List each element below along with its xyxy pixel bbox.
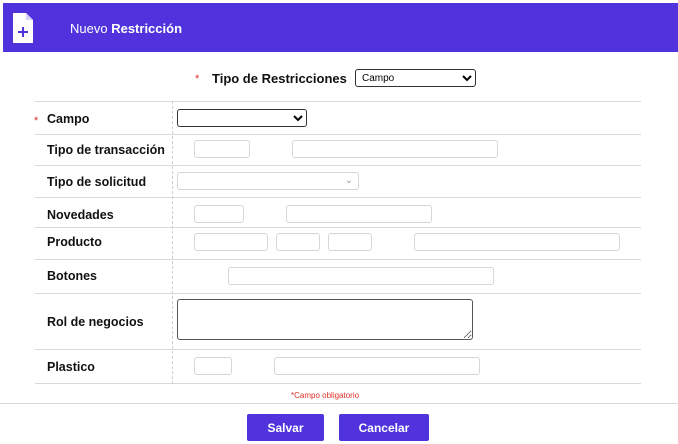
botones-label: Botones <box>47 269 97 283</box>
novedades-description-field[interactable] <box>286 205 432 223</box>
rol-negocios-textarea[interactable] <box>177 299 473 340</box>
tipo-solicitud-label: Tipo de solicitud <box>47 175 147 189</box>
tipo-restricciones-select[interactable]: Campo <box>355 69 476 87</box>
row-divider <box>35 293 641 294</box>
row-divider <box>35 259 641 260</box>
row-divider <box>35 383 641 384</box>
rol-negocios-label: Rol de negocios <box>47 315 144 329</box>
row-divider <box>35 101 641 102</box>
document-add-icon <box>11 12 35 44</box>
botones-field[interactable] <box>228 267 494 285</box>
producto-description-field[interactable] <box>414 233 620 251</box>
campo-label: Campo <box>47 112 90 126</box>
header-bar: Nuevo Restricción <box>3 3 678 52</box>
footer-divider <box>0 403 678 404</box>
page-title: Nuevo Restricción <box>70 21 183 36</box>
producto-label: Producto <box>47 235 102 249</box>
row-divider <box>35 197 641 198</box>
required-footnote: *Campo obligatorio <box>291 391 360 400</box>
plastico-label: Plastico <box>47 360 95 374</box>
plastico-code-field[interactable] <box>194 357 232 375</box>
campo-select[interactable] <box>177 109 307 127</box>
form-grid: * Campo Tipo de transacción Tipo de soli… <box>34 101 641 384</box>
novedades-code-field[interactable] <box>194 205 244 223</box>
tipo-transaccion-code-field[interactable] <box>194 140 250 158</box>
cancel-button[interactable]: Cancelar <box>339 414 429 441</box>
required-mark: * <box>195 73 200 85</box>
novedades-label: Novedades <box>47 208 114 222</box>
tipo-solicitud-select[interactable]: ⌄ <box>177 172 359 190</box>
row-divider <box>35 227 641 228</box>
save-button[interactable]: Salvar <box>247 414 324 441</box>
tipo-restricciones-label: Tipo de Restricciones <box>212 71 347 86</box>
tipo-transaccion-label: Tipo de transacción <box>47 143 165 157</box>
tipo-transaccion-description-field[interactable] <box>292 140 498 158</box>
row-divider <box>35 134 641 135</box>
column-divider <box>172 101 173 384</box>
row-divider <box>35 165 641 166</box>
producto-field-2[interactable] <box>276 233 320 251</box>
required-mark: * <box>34 115 39 127</box>
producto-field-1[interactable] <box>194 233 268 251</box>
plastico-description-field[interactable] <box>274 357 480 375</box>
producto-field-3[interactable] <box>328 233 372 251</box>
row-divider <box>35 349 641 350</box>
chevron-down-icon: ⌄ <box>344 175 353 186</box>
